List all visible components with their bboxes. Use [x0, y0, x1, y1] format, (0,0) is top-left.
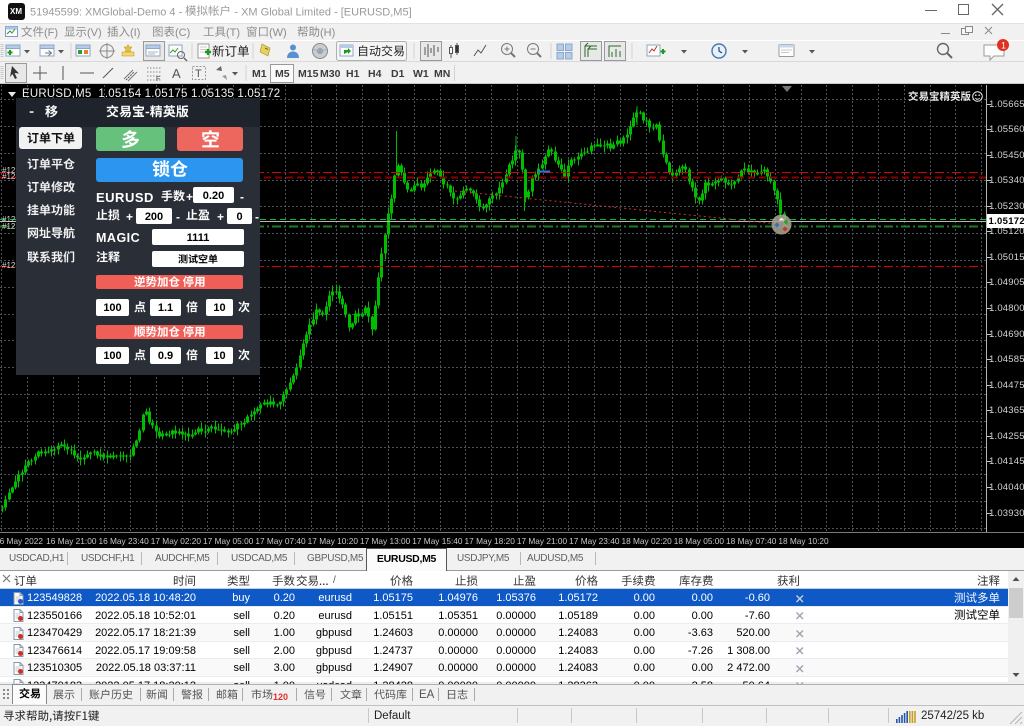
svg-text:1: 1 [1001, 41, 1006, 51]
svg-text:T: T [195, 68, 202, 80]
svg-text:F: F [156, 76, 160, 83]
svg-text:A: A [172, 66, 181, 81]
